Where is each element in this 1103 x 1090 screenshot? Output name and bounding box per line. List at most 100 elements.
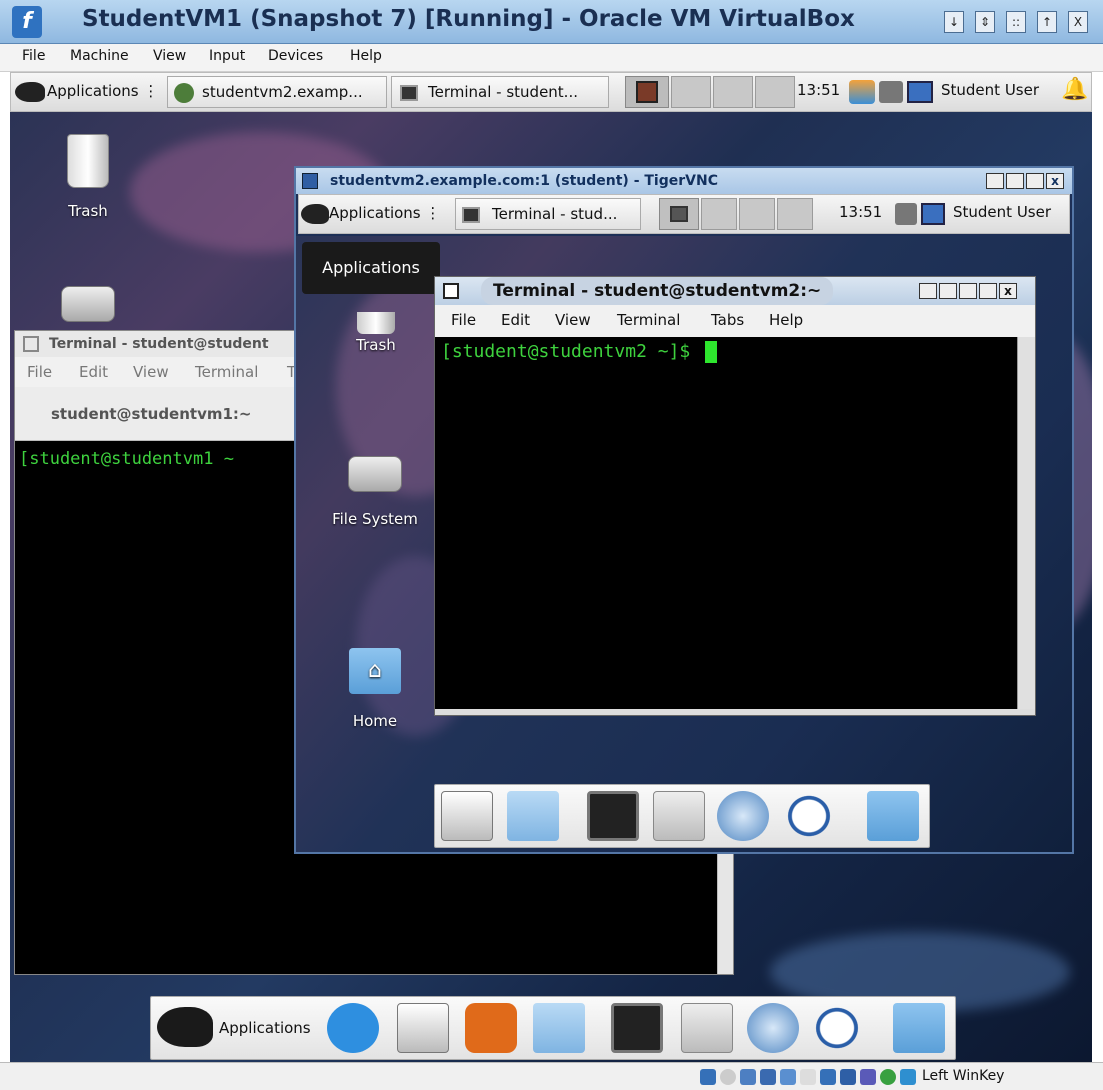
vnc-workspace-2[interactable]: [701, 198, 737, 230]
search-icon[interactable]: [783, 791, 835, 841]
taskbar-item-studentvm2[interactable]: studentvm2.examp...: [167, 76, 387, 108]
menu-input[interactable]: Input: [209, 48, 245, 64]
workspace-1[interactable]: [625, 76, 669, 108]
hard-disk-icon[interactable]: [700, 1069, 716, 1085]
terminal1-prompt: [student@studentvm1 ~: [19, 449, 234, 469]
vnc-desktop-filesystem[interactable]: File System: [320, 456, 430, 528]
desktop-trash[interactable]: Trash: [48, 134, 128, 220]
display-icon[interactable]: [921, 203, 945, 225]
vnc-workspace-4[interactable]: [777, 198, 813, 230]
menu-view[interactable]: View: [153, 48, 186, 64]
shared-folders-icon[interactable]: [800, 1069, 816, 1085]
t2-menu-file[interactable]: File: [451, 311, 476, 329]
maximize-button[interactable]: ↑: [1037, 11, 1057, 33]
tab-label: student@studentvm1:~: [51, 405, 252, 423]
bunny-launcher-icon[interactable]: [327, 1003, 379, 1053]
t2-close-button[interactable]: x: [999, 283, 1017, 299]
shade-button[interactable]: ::: [1006, 11, 1026, 33]
menu-file[interactable]: File: [22, 48, 45, 64]
optical-drive-icon[interactable]: [720, 1069, 736, 1085]
network-icon[interactable]: [879, 81, 903, 103]
virtualization-icon[interactable]: [860, 1069, 876, 1085]
trash-icon: [67, 134, 109, 188]
t2-menu-help[interactable]: Help: [769, 311, 803, 329]
web-browser-icon[interactable]: [717, 791, 769, 841]
web-browser-icon[interactable]: [747, 1003, 799, 1053]
applications-dock-button[interactable]: Applications: [157, 1003, 323, 1053]
t2-menu-view[interactable]: View: [555, 311, 591, 329]
menu-help[interactable]: Help: [350, 48, 382, 64]
xfce-mouse-icon: [157, 1007, 213, 1047]
folder-icon[interactable]: [893, 1003, 945, 1053]
vnc-minimize-button[interactable]: [986, 173, 1004, 189]
notification-bell-icon[interactable]: 🔔: [1061, 77, 1088, 102]
desktop-filesystem[interactable]: [58, 286, 118, 322]
restore-button[interactable]: ⇕: [975, 11, 995, 33]
vnc-desktop-trash[interactable]: Trash: [336, 312, 416, 354]
terminal2-scrollbar[interactable]: [1017, 337, 1035, 715]
vnc-desktop-home[interactable]: ⌂ Home: [330, 648, 420, 730]
t2-maximize-button[interactable]: [979, 283, 997, 299]
terminal-window-studentvm2[interactable]: Terminal - student@studentvm2:~ x File E…: [434, 276, 1036, 716]
t2-restore-button[interactable]: [959, 283, 977, 299]
workspace-3[interactable]: [713, 76, 753, 108]
vnc-taskbar-terminal[interactable]: Terminal - stud...: [455, 198, 641, 230]
settings-manager-icon[interactable]: [397, 1003, 449, 1053]
vnc-applications-button[interactable]: Applications ⋮: [301, 198, 451, 230]
network-icon[interactable]: [895, 203, 917, 225]
vnc-titlebar[interactable]: studentvm2.example.com:1 (student) - Tig…: [296, 168, 1072, 194]
audio-icon[interactable]: [740, 1069, 756, 1085]
t2-menu-terminal[interactable]: Terminal: [617, 311, 680, 329]
t2-minimize-button[interactable]: [939, 283, 957, 299]
network-adapter-icon[interactable]: [760, 1069, 776, 1085]
file-cabinet-icon[interactable]: [653, 791, 705, 841]
vnc-workspace-1[interactable]: [659, 198, 699, 230]
file-cabinet-icon[interactable]: [681, 1003, 733, 1053]
panel-user-name[interactable]: Student User: [941, 81, 1039, 99]
display-icon[interactable]: [820, 1069, 836, 1085]
folder-icon[interactable]: [867, 791, 919, 841]
tigervnc-launcher-icon[interactable]: [465, 1003, 517, 1053]
vnc-panel-user[interactable]: Student User: [953, 203, 1051, 221]
usb-icon[interactable]: [780, 1069, 796, 1085]
host-key-label: Left WinKey: [922, 1068, 1005, 1084]
t1-menu-view[interactable]: View: [133, 363, 169, 381]
vnc-workspace-3[interactable]: [739, 198, 775, 230]
vnc-maximize-button[interactable]: [1026, 173, 1044, 189]
documents-folder-icon[interactable]: [507, 791, 559, 841]
t1-menu-edit[interactable]: Edit: [79, 363, 108, 381]
terminal-launcher-icon[interactable]: [611, 1003, 663, 1053]
workspace-2[interactable]: [671, 76, 711, 108]
keyboard-capture-icon[interactable]: [900, 1069, 916, 1085]
workspace-4[interactable]: [755, 76, 795, 108]
mouse-integration-icon[interactable]: [880, 1069, 896, 1085]
t1-menu-terminal[interactable]: Terminal: [195, 363, 258, 381]
window-menu-icon[interactable]: [23, 336, 39, 352]
menu-devices[interactable]: Devices: [268, 48, 323, 64]
vnc-icon: [174, 82, 194, 103]
t1-menu-file[interactable]: File: [27, 363, 52, 381]
t2-menu-edit[interactable]: Edit: [501, 311, 530, 329]
terminal-launcher-icon[interactable]: [587, 791, 639, 841]
vnc-window-icon[interactable]: [302, 173, 318, 189]
minimize-button[interactable]: ↓: [944, 11, 964, 33]
window-menu-icon[interactable]: [443, 283, 459, 299]
panel-clock: 13:51: [797, 81, 841, 99]
terminal2-titlebar[interactable]: Terminal - student@studentvm2:~ x: [435, 277, 1035, 305]
vnc-close-button[interactable]: x: [1046, 173, 1064, 189]
t2-shade-button[interactable]: [919, 283, 937, 299]
display-icon[interactable]: [907, 81, 933, 103]
video-capture-icon[interactable]: [840, 1069, 856, 1085]
taskbar-item-terminal[interactable]: Terminal - student...: [391, 76, 609, 108]
package-updates-icon[interactable]: [849, 80, 875, 104]
applications-menu-button[interactable]: Applications ⋮: [15, 76, 163, 108]
vnc-window-thumb-icon: [636, 81, 658, 103]
vnc-restore-button[interactable]: [1006, 173, 1024, 189]
documents-folder-icon[interactable]: [533, 1003, 585, 1053]
menu-machine[interactable]: Machine: [70, 48, 129, 64]
host-title-bar: f StudentVM1 (Snapshot 7) [Running] - Or…: [0, 0, 1103, 44]
settings-manager-icon[interactable]: [441, 791, 493, 841]
search-icon[interactable]: [811, 1003, 863, 1053]
close-button[interactable]: X: [1068, 11, 1088, 33]
t2-menu-tabs[interactable]: Tabs: [711, 311, 744, 329]
